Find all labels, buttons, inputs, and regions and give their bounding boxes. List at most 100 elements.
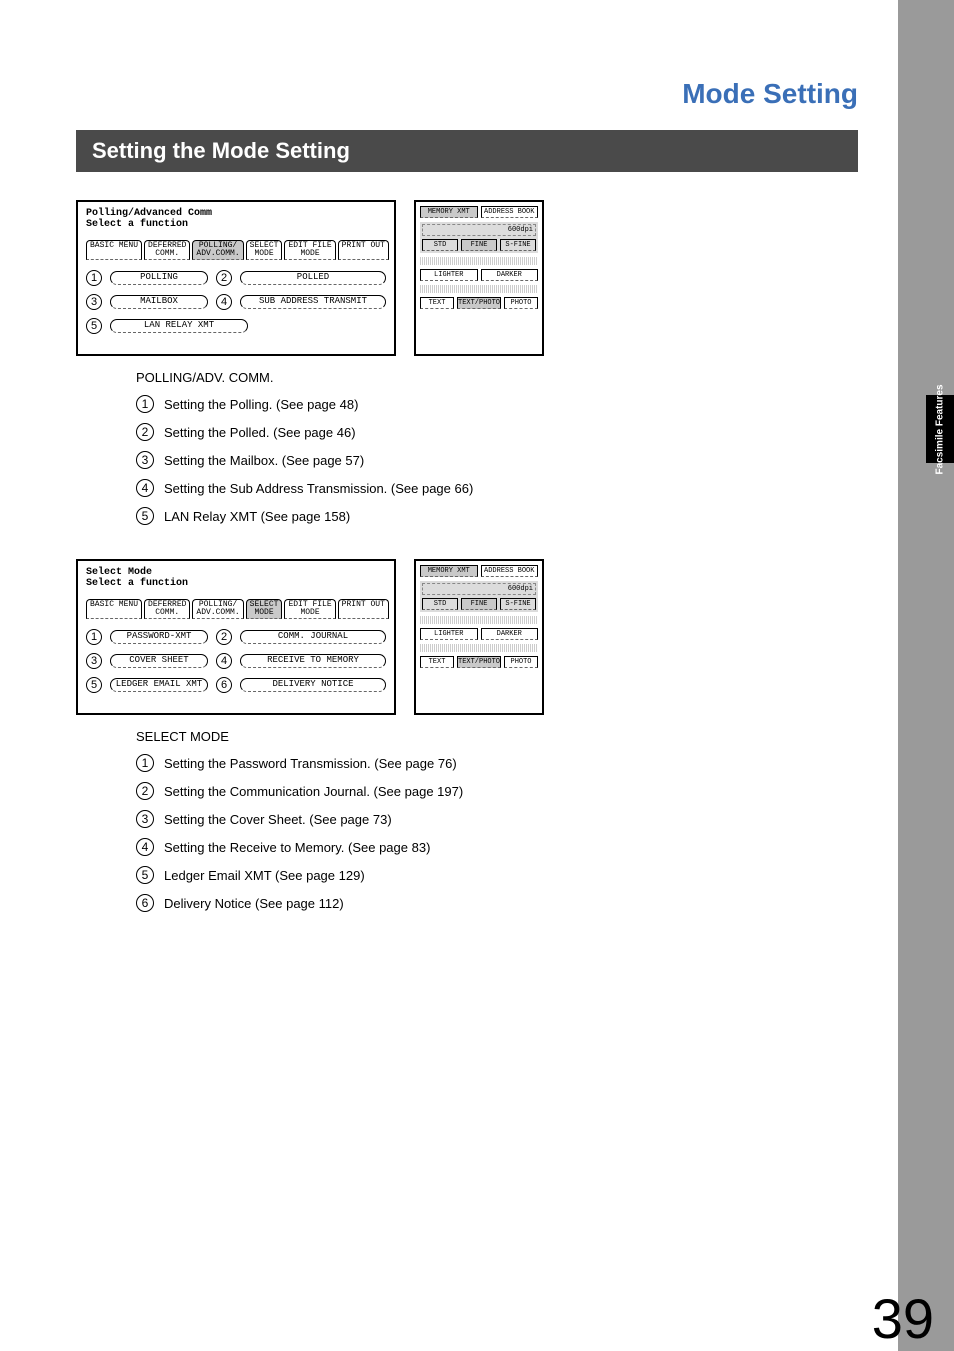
section-tab: Facsimile Features	[926, 395, 954, 463]
sp2-memory-xmt[interactable]: MEMORY XMT	[420, 565, 478, 577]
sp1-memory-xmt[interactable]: MEMORY XMT	[420, 206, 478, 218]
sp2-text[interactable]: TEXT	[420, 656, 454, 668]
lcd1-btn-polled[interactable]: POLLED	[240, 271, 386, 285]
callout-1: 1	[86, 270, 102, 286]
lcd2-btn-delivery[interactable]: DELIVERY NOTICE	[240, 678, 386, 692]
lcd1-tab-4[interactable]: EDIT FILE MODE	[284, 240, 335, 260]
lcd1-tabs: BASIC MENU DEFERRED COMM. POLLING/ ADV.C…	[86, 240, 386, 260]
sp2-lighter[interactable]: LIGHTER	[420, 628, 478, 640]
lcd1-row-0: 1 POLLING 2 POLLED	[86, 270, 386, 286]
lcd2-tab-2[interactable]: POLLING/ ADV.COMM.	[192, 599, 243, 619]
desc2-num-2: 2	[136, 782, 154, 800]
desc1-item-3: 3Setting the Mailbox. (See page 57)	[136, 451, 858, 469]
sp2-dpi-block: 600dpi STD FINE S-FINE	[420, 581, 538, 612]
callout-4: 4	[216, 294, 232, 310]
sp1-density-strip	[420, 257, 538, 265]
desc-selectmode: SELECT MODE 1Setting the Password Transm…	[136, 729, 858, 912]
sp1-res-sfine[interactable]: S-FINE	[500, 239, 536, 251]
page-number: 39	[872, 1286, 934, 1351]
sp2-darker-label: DARKER	[497, 630, 522, 638]
sp1-address-book[interactable]: ADDRESS BOOK	[481, 206, 539, 218]
desc2-num-6: 6	[136, 894, 154, 912]
sp1-lighter[interactable]: LIGHTER	[420, 269, 478, 281]
lcd2-tab-0[interactable]: BASIC MENU	[86, 599, 142, 619]
desc2-num-4: 4	[136, 838, 154, 856]
sp2-lighter-label: LIGHTER	[434, 630, 463, 638]
callout2-5: 5	[86, 677, 102, 693]
lcd2-btn-password[interactable]: PASSWORD-XMT	[110, 630, 208, 644]
lcd1-tab-5[interactable]: PRINT OUT	[338, 240, 389, 260]
sp1-res-row: STD FINE S-FINE	[422, 239, 536, 251]
sp2-darker[interactable]: DARKER	[481, 628, 539, 640]
sp2-top: MEMORY XMT ADDRESS BOOK	[420, 565, 538, 577]
side-panel-2: MEMORY XMT ADDRESS BOOK 600dpi STD FINE …	[414, 559, 544, 715]
callout-5: 5	[86, 318, 102, 334]
lcd1-title1: Polling/Advanced Comm	[86, 208, 386, 219]
sp2-res-std[interactable]: STD	[422, 598, 458, 610]
sp1-res-fine[interactable]: FINE	[461, 239, 497, 251]
desc1-item-1: 1Setting the Polling. (See page 48)	[136, 395, 858, 413]
sp1-darker[interactable]: DARKER	[481, 269, 539, 281]
sp2-density-strip	[420, 616, 538, 624]
lcd1-title2: Select a function	[86, 219, 386, 230]
sp1-darker-label: DARKER	[497, 271, 522, 279]
sp1-density-row: LIGHTER DARKER	[420, 269, 538, 281]
sp1-quality-strip	[420, 285, 538, 293]
desc1-num-2: 2	[136, 423, 154, 441]
lcd2-tabs: BASIC MENU DEFERRED COMM. POLLING/ ADV.C…	[86, 599, 386, 619]
sp1-res-std[interactable]: STD	[422, 239, 458, 251]
sp1-photo[interactable]: PHOTO	[504, 297, 538, 309]
lcd1-btn-mailbox[interactable]: MAILBOX	[110, 295, 208, 309]
chapter-title: Mode Setting	[76, 78, 858, 110]
lcd2-btn-journal[interactable]: COMM. JOURNAL	[240, 630, 386, 644]
lcd2-btn-cover[interactable]: COVER SHEET	[110, 654, 208, 668]
sp1-textphoto[interactable]: TEXT/PHOTO	[457, 297, 501, 309]
lcd2-tab-5[interactable]: PRINT OUT	[338, 599, 389, 619]
callout-2: 2	[216, 270, 232, 286]
sp2-photo[interactable]: PHOTO	[504, 656, 538, 668]
sp2-res-fine[interactable]: FINE	[461, 598, 497, 610]
sp2-address-book[interactable]: ADDRESS BOOK	[481, 565, 539, 577]
lcd1-tab-1[interactable]: DEFERRED COMM.	[144, 240, 190, 260]
lcd1-row-1: 3 MAILBOX 4 SUB ADDRESS TRANSMIT	[86, 294, 386, 310]
lcd2-rows: 1 PASSWORD-XMT 2 COMM. JOURNAL 3 COVER S…	[86, 629, 386, 693]
page-content: Mode Setting Setting the Mode Setting Po…	[56, 0, 898, 986]
lcd1-btn-lanrelay[interactable]: LAN RELAY XMT	[110, 319, 248, 333]
lcd1-tab-2[interactable]: POLLING/ ADV.COMM.	[192, 240, 243, 260]
sp1-text[interactable]: TEXT	[420, 297, 454, 309]
desc1-num-5: 5	[136, 507, 154, 525]
lcd2-title1: Select Mode	[86, 567, 386, 578]
desc1-text-5: LAN Relay XMT (See page 158)	[164, 509, 350, 524]
lcd-screen-1: Polling/Advanced Comm Select a function …	[76, 200, 396, 356]
sp2-res-row: STD FINE S-FINE	[422, 598, 536, 610]
lcd2-tab-1[interactable]: DEFERRED COMM.	[144, 599, 190, 619]
lcd2-tab-3[interactable]: SELECT MODE	[246, 599, 283, 619]
sp1-dpi[interactable]: 600dpi	[422, 224, 536, 236]
lcd1-tab-3[interactable]: SELECT MODE	[246, 240, 283, 260]
lcd-with-side-panel: Polling/Advanced Comm Select a function …	[76, 200, 858, 356]
lcd2-title2: Select a function	[86, 578, 386, 589]
desc2-text-1: Setting the Password Transmission. (See …	[164, 756, 457, 771]
sp2-res-sfine[interactable]: S-FINE	[500, 598, 536, 610]
lcd2-btn-receive[interactable]: RECEIVE TO MEMORY	[240, 654, 386, 668]
section-tab-label: Facsimile Features	[935, 384, 946, 474]
lcd1-rows: 1 POLLING 2 POLLED 3 MAILBOX 4 SUB ADDRE…	[86, 270, 386, 334]
sp1-dpi-block: 600dpi STD FINE S-FINE	[420, 222, 538, 253]
lcd1-tab-0[interactable]: BASIC MENU	[86, 240, 142, 260]
desc2-text-5: Ledger Email XMT (See page 129)	[164, 868, 365, 883]
panel-block-selectmode: Select Mode Select a function BASIC MENU…	[76, 559, 858, 912]
desc2-text-3: Setting the Cover Sheet. (See page 73)	[164, 812, 392, 827]
sp2-textphoto[interactable]: TEXT/PHOTO	[457, 656, 501, 668]
sp1-quality-row: TEXT TEXT/PHOTO PHOTO	[420, 297, 538, 309]
lcd1-btn-polling[interactable]: POLLING	[110, 271, 208, 285]
desc1-list: 1Setting the Polling. (See page 48) 2Set…	[136, 395, 858, 525]
lcd1-btn-subaddress[interactable]: SUB ADDRESS TRANSMIT	[240, 295, 386, 309]
lcd2-tab-4[interactable]: EDIT FILE MODE	[284, 599, 335, 619]
sp2-dpi[interactable]: 600dpi	[422, 583, 536, 595]
desc2-text-4: Setting the Receive to Memory. (See page…	[164, 840, 430, 855]
desc1-num-1: 1	[136, 395, 154, 413]
desc2-heading: SELECT MODE	[136, 729, 858, 744]
callout2-2: 2	[216, 629, 232, 645]
lcd-screen-2: Select Mode Select a function BASIC MENU…	[76, 559, 396, 715]
lcd2-btn-ledger[interactable]: LEDGER EMAIL XMT	[110, 678, 208, 692]
